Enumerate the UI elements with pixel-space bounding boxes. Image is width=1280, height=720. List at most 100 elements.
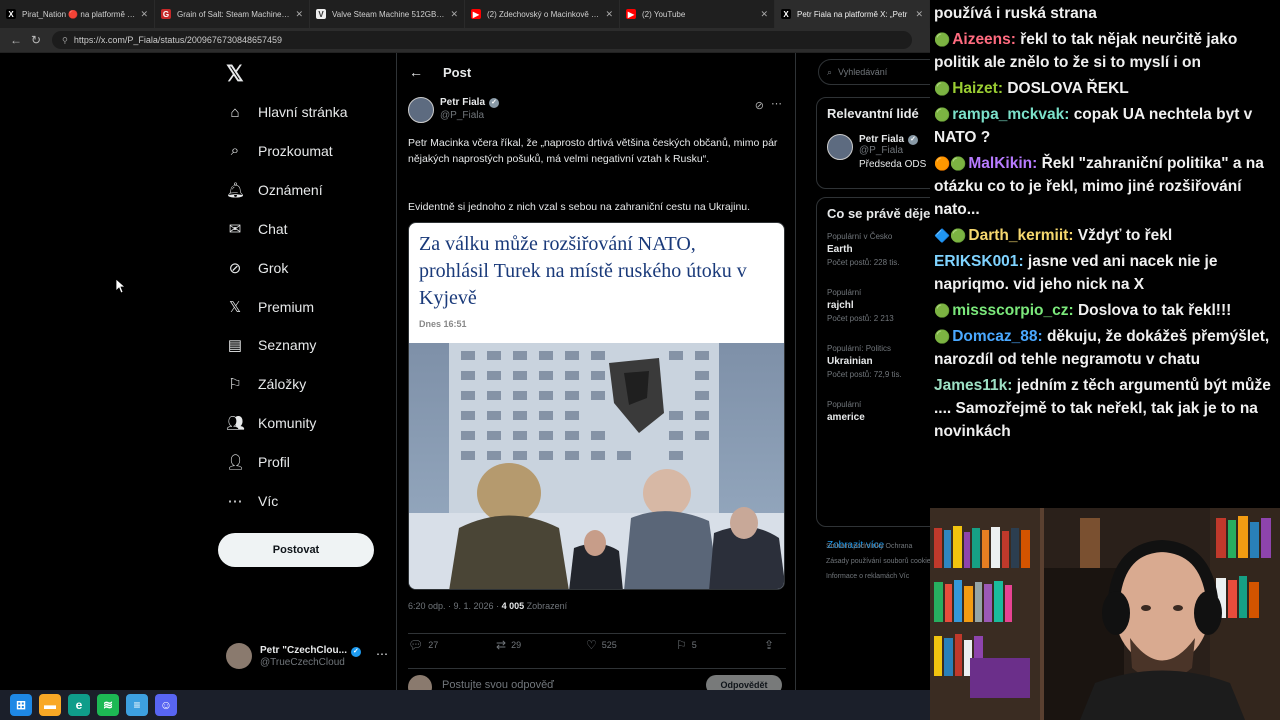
reload-icon[interactable]: ↻: [26, 30, 46, 50]
like-button[interactable]: ♡ 525: [586, 638, 617, 652]
related-person[interactable]: Petr Fiala ✓ @P_Fiala Předseda ODS: [827, 134, 926, 170]
nav-item-chat[interactable]: ✉ Chat: [226, 214, 288, 244]
post-button[interactable]: Postovat: [218, 533, 374, 567]
nav-item-profil[interactable]: 👤︎ Profil: [226, 447, 290, 477]
nav-item-víc[interactable]: ⋯ Víc: [226, 486, 279, 516]
close-icon[interactable]: ✕: [140, 9, 148, 20]
search-input[interactable]: ⌕ Vyhledávání: [818, 59, 930, 85]
x-logo-icon[interactable]: 𝕏: [226, 61, 244, 87]
browser-tab[interactable]: V Valve Steam Machine 512GB - Sm ✕: [310, 0, 465, 28]
footer-links-2[interactable]: Zásady používání souborů cookie: [826, 554, 930, 569]
post-text-2: Evidentně si jednoho z nich vzal s sebou…: [408, 201, 751, 213]
chat-username[interactable]: Haizet: [952, 80, 998, 97]
verified-badge-icon: ✓: [350, 646, 361, 657]
nav-item-hlavní-stránka[interactable]: ⌂ Hlavní stránka: [226, 97, 347, 127]
back-arrow-icon[interactable]: ←: [6, 30, 26, 50]
browser-tab[interactable]: X Pirat_Nation 🔴 na platformě X: „C ✕: [0, 0, 155, 28]
tab-label: Grain of Salt: Steam Machine Price: [177, 9, 292, 19]
file-explorer-icon[interactable]: ▬: [39, 694, 61, 716]
card-photo: [409, 343, 784, 589]
tab-favicon-icon: X: [6, 9, 16, 19]
grok-icon: ⊘: [228, 259, 242, 277]
chat-username[interactable]: Aizeens: [952, 31, 1011, 48]
avatar: [827, 134, 853, 160]
verified-badge-icon: ✓: [908, 134, 919, 145]
chat-username[interactable]: ERIKSK001: [934, 253, 1018, 270]
nav-item-premium[interactable]: 𝕏 Premium: [226, 292, 314, 322]
nav-item-komunity[interactable]: 👥︎ Komunity: [226, 408, 316, 438]
browser-tab[interactable]: ▶ (2) Zdechovský o Macinkově vyjád ✕: [465, 0, 620, 28]
tab-favicon-icon: V: [316, 9, 326, 19]
chat-text: používá i ruská strana: [934, 5, 1097, 22]
repost-icon: ⇄: [496, 638, 507, 652]
footer-links-1[interactable]: Smluvní podmínky Ochrana: [826, 539, 930, 554]
nav-item-seznamy[interactable]: ▤ Seznamy: [226, 330, 316, 360]
sidebar-footer: Smluvní podmínky Ochrana Zásady používán…: [826, 539, 930, 584]
share-button[interactable]: ⇪: [764, 638, 779, 652]
reply-submit-button[interactable]: Odpovědět: [706, 675, 782, 690]
edge-browser-icon[interactable]: e: [68, 694, 90, 716]
trend-item[interactable]: Populární v Česko Earth Počet postů: 228 t…: [827, 232, 900, 267]
footer-links-3[interactable]: Informace o reklamách Víc: [826, 569, 930, 584]
author-avatar[interactable]: [408, 97, 434, 123]
chat-message: James11k: jedním z těch argumentů být mů…: [934, 374, 1276, 443]
close-icon[interactable]: ✕: [450, 9, 458, 20]
chat-username[interactable]: MalKikin: [968, 155, 1032, 172]
chat-badge-icon: 🔷🟢: [934, 228, 967, 243]
author-handle[interactable]: @P_Fiala: [440, 110, 499, 121]
browser-tab[interactable]: G Grain of Salt: Steam Machine Price ✕: [155, 0, 310, 28]
tab-favicon-icon: ▶: [471, 9, 481, 19]
column-divider: [795, 53, 796, 690]
account-switcher[interactable]: Petr "CzechClou... ✓ @TrueCzechCloud ⋯: [226, 639, 396, 673]
bookmark-button[interactable]: ⚐ 5: [676, 638, 697, 652]
chat-username[interactable]: Darth_kermiit: [968, 227, 1068, 244]
chat-username[interactable]: James11k: [934, 377, 1007, 394]
trend-topic: Ukrainian: [827, 356, 873, 367]
close-icon[interactable]: ✕: [295, 9, 303, 20]
trend-item[interactable]: Populární rajchl Počet postů: 2 213: [827, 288, 894, 323]
trend-topic: americe: [827, 412, 865, 423]
grok-icon[interactable]: ⊘: [755, 99, 764, 112]
nav-item-prozkoumat[interactable]: ⌕ Prozkoumat: [226, 136, 333, 166]
chat-message: 🟢 Aizeens: řekl to tak nějak neurčitě jak…: [934, 28, 1276, 74]
nav-item-label: Prozkoumat: [258, 142, 333, 159]
bookmark-icon: ⚐: [228, 376, 242, 394]
related-handle: @P_Fiala: [859, 145, 904, 156]
link-card[interactable]: Za válku může rozšiřování NATO, prohlási…: [408, 222, 785, 590]
more-options-icon[interactable]: ⋯: [771, 97, 782, 110]
discord-icon[interactable]: ☺: [155, 694, 177, 716]
site-info-icon[interactable]: ⚲: [62, 36, 68, 45]
reply-input[interactable]: Postujte svou odpověď: [442, 679, 554, 690]
reply-composer: Postujte svou odpověď Odpovědět: [408, 668, 786, 690]
author-name[interactable]: Petr Fiala ✓: [440, 97, 500, 108]
browser-tab[interactable]: ▶ (2) YouTube ✕: [620, 0, 775, 28]
trend-item[interactable]: Populární: Politics Ukrainian Počet postů:…: [827, 344, 902, 379]
spotify-icon[interactable]: ≋: [97, 694, 119, 716]
notepad-icon[interactable]: ≡: [126, 694, 148, 716]
chat-username[interactable]: Domcaz_88: [952, 328, 1037, 345]
browser-tab[interactable]: X Petr Fiala na platformě X: „Petr ✕: [775, 0, 930, 28]
chat-username[interactable]: rampa_mckvak: [952, 106, 1064, 123]
post-timestamp[interactable]: 6:20 odp. · 9. 1. 2026 ·: [408, 601, 502, 611]
account-handle: @TrueCzechCloud: [260, 656, 345, 668]
heart-icon: ♡: [586, 638, 597, 652]
nav-item-oznámení[interactable]: 🔔︎ Oznámení: [226, 175, 323, 205]
close-icon[interactable]: ✕: [915, 9, 923, 20]
more-icon[interactable]: ⋯: [376, 647, 388, 661]
chat-username[interactable]: missscorpio_cz: [952, 302, 1068, 319]
page-title: Post: [443, 64, 472, 80]
repost-button[interactable]: ⇄ 29: [496, 638, 521, 652]
reply-button[interactable]: 💬︎ 27: [408, 638, 438, 652]
back-arrow-icon[interactable]: ←: [409, 64, 423, 80]
nav-item-label: Chat: [258, 220, 288, 237]
search-icon: ⌕: [230, 142, 240, 160]
browser-address-bar: ← ↻ ⚲ https://x.com/P_Fiala/status/20096…: [0, 28, 930, 52]
nav-item-grok[interactable]: ⊘ Grok: [226, 253, 289, 283]
nav-item-záložky[interactable]: ⚐ Záložky: [226, 369, 306, 399]
trend-item[interactable]: Populární americe: [827, 400, 865, 423]
windows-start-icon[interactable]: ⊞: [10, 694, 32, 716]
close-icon[interactable]: ✕: [760, 9, 768, 20]
url-field[interactable]: ⚲ https://x.com/P_Fiala/status/200967673…: [52, 31, 912, 49]
close-icon[interactable]: ✕: [605, 9, 613, 20]
mouse-cursor-icon: [116, 279, 126, 293]
